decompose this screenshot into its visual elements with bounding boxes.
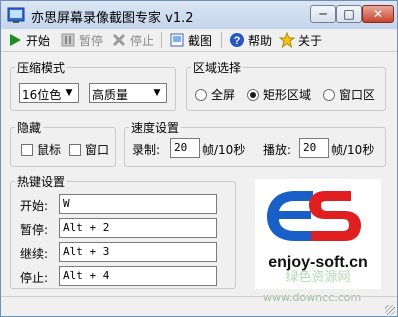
play-icon <box>10 34 21 46</box>
maximize-icon: □ <box>343 7 355 21</box>
stop-icon <box>112 33 126 47</box>
quality-select[interactable]: 高质量 ▼ <box>89 83 167 103</box>
enjoy-soft-logo: enjoy-soft.cn 绿色资源网 <box>267 191 368 285</box>
resize-grip-icon[interactable] <box>385 305 395 315</box>
hotkey-start-label: 开始: <box>20 199 49 213</box>
radio-rect-region[interactable]: 矩形区域 <box>247 86 311 103</box>
about-label: 关于 <box>298 33 323 48</box>
radio-rect-label: 矩形区域 <box>263 88 312 102</box>
help-label: 帮助 <box>248 33 273 48</box>
record-fps-label: 录制: <box>132 143 161 157</box>
window-title: 亦思屏幕录像截图专家 v1.2 <box>31 11 194 26</box>
stop-label: 停止 <box>130 33 155 48</box>
record-fps-unit: 帧/10秒 <box>202 143 246 157</box>
close-button[interactable]: ✕ <box>362 5 394 23</box>
hotkey-start-input[interactable]: W <box>59 194 217 214</box>
pause-label: 暂停 <box>79 33 104 48</box>
play-fps-unit: 帧/10秒 <box>331 143 375 157</box>
play-fps-label: 播放: <box>263 143 292 157</box>
radio-fullscreen-label: 全屏 <box>211 88 236 102</box>
start-label: 开始 <box>26 33 51 48</box>
logo-text: enjoy-soft.cn <box>268 254 368 271</box>
hotkey-stop-input[interactable]: Alt + 4 <box>59 266 217 286</box>
close-icon: ✕ <box>372 7 384 21</box>
checkbox-box <box>21 143 33 156</box>
app-window: 亦思屏幕录像截图专家 v1.2 ─ □ ✕ 开始 暂停 停止 截图 ? 帮助 关… <box>0 0 398 317</box>
screenshot-button[interactable]: 截图 <box>169 31 212 49</box>
radio-circle <box>195 88 207 101</box>
radio-window-label: 窗口区 <box>339 88 376 102</box>
logo-panel: enjoy-soft.cn 绿色资源网 <box>255 179 381 289</box>
screenshot-label: 截图 <box>188 33 213 48</box>
radio-fullscreen[interactable]: 全屏 <box>195 86 235 103</box>
hotkey-pause-input[interactable]: Alt + 2 <box>59 218 217 238</box>
play-fps-input[interactable]: 20 <box>299 138 329 158</box>
quality-value: 高质量 <box>92 88 129 102</box>
hide-mouse-checkbox[interactable]: 鼠标 <box>21 141 61 158</box>
color-depth-select[interactable]: 16位色 ▼ <box>19 83 79 103</box>
start-button[interactable]: 开始 <box>7 31 50 49</box>
help-icon: ? <box>230 33 244 47</box>
hide-legend: 隐藏 <box>17 121 42 135</box>
maximize-button[interactable]: □ <box>336 5 362 23</box>
region-group: 区域选择 <box>186 59 386 111</box>
radio-window-region[interactable]: 窗口区 <box>323 86 375 103</box>
color-depth-value: 16位色 <box>22 88 62 102</box>
radio-circle <box>323 88 335 101</box>
speed-legend: 速度设置 <box>131 121 180 135</box>
status-bar <box>1 296 397 317</box>
title-bar[interactable]: 亦思屏幕录像截图专家 v1.2 ─ □ ✕ <box>1 1 397 29</box>
hotkey-pause-label: 暂停: <box>20 223 49 237</box>
hide-mouse-label: 鼠标 <box>37 143 62 157</box>
svg-text:?: ? <box>234 35 241 47</box>
app-icon <box>7 7 25 23</box>
compression-legend: 压缩模式 <box>17 61 66 75</box>
stop-button[interactable]: 停止 <box>111 31 154 49</box>
toolbar-separator <box>221 32 222 48</box>
star-icon <box>279 32 295 48</box>
hotkey-resume-label: 继续: <box>20 247 49 261</box>
hotkey-stop-label: 停止: <box>20 271 49 285</box>
radio-dot <box>250 91 256 98</box>
hide-window-label: 窗口 <box>85 143 110 157</box>
screenshot-icon <box>170 33 184 47</box>
record-fps-input[interactable]: 20 <box>170 138 200 158</box>
watermark-top: 绿色资源网 <box>285 269 350 285</box>
hotkey-legend: 热键设置 <box>17 175 66 189</box>
hide-window-checkbox[interactable]: 窗口 <box>69 141 109 158</box>
region-legend: 区域选择 <box>193 61 242 75</box>
hotkey-resume-input[interactable]: Alt + 3 <box>59 242 217 262</box>
toolbar: 开始 暂停 停止 截图 ? 帮助 关于 <box>1 29 397 52</box>
help-button[interactable]: ? 帮助 <box>229 31 272 49</box>
chevron-down-icon: ▼ <box>65 88 73 98</box>
chevron-down-icon: ▼ <box>153 88 161 98</box>
pause-button[interactable]: 暂停 <box>60 31 103 49</box>
pause-icon <box>61 33 75 47</box>
minimize-icon: ─ <box>319 7 327 21</box>
checkbox-box <box>69 143 81 156</box>
radio-circle <box>247 88 259 101</box>
minimize-button[interactable]: ─ <box>310 5 336 23</box>
about-button[interactable]: 关于 <box>279 31 322 49</box>
toolbar-separator <box>161 32 162 48</box>
